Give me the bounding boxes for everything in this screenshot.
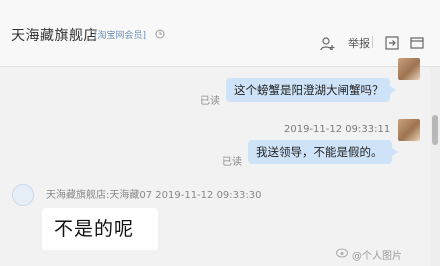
message-bubble: 这个螃蟹是阳澄湖大闸蟹吗？ [226, 78, 396, 102]
user-add-icon[interactable] [320, 36, 336, 52]
seller-message-text: 不是的呢 [54, 218, 135, 240]
report-button[interactable]: 举报 [348, 35, 370, 51]
member-tag[interactable]: [淘宝网会员] [94, 28, 146, 41]
read-status: 已读 [200, 96, 220, 107]
read-status: 已读 [222, 157, 242, 168]
seller-meta: 天海藏旗舰店:天海藏07 2019-11-12 09:33:30 [46, 190, 262, 201]
message-text: 我送领导，不能是假的。 [256, 145, 383, 159]
collapse-icon[interactable] [385, 36, 399, 50]
message-text: 这个螃蟹是阳澄湖大闸蟹吗？ [234, 83, 384, 97]
scrollbar[interactable] [430, 67, 440, 266]
window-icon[interactable] [410, 36, 424, 50]
toolbar-divider [372, 36, 373, 48]
message-time: 2019-11-12 09:33:11 [284, 124, 391, 135]
message-bubble: 我送领导，不能是假的。 [248, 140, 398, 164]
shop-name[interactable]: 天海藏旗舰店 [11, 25, 98, 45]
watermark: @个人图片 [352, 251, 402, 262]
clock-icon[interactable] [155, 29, 165, 39]
chat-header: 天海藏旗舰店 [淘宝网会员] 举报 [0, 0, 440, 67]
scrollbar-thumb[interactable] [432, 115, 438, 145]
weibo-icon [336, 248, 348, 258]
buyer-avatar [398, 119, 420, 141]
seller-avatar [12, 184, 34, 206]
buyer-avatar [398, 58, 420, 80]
